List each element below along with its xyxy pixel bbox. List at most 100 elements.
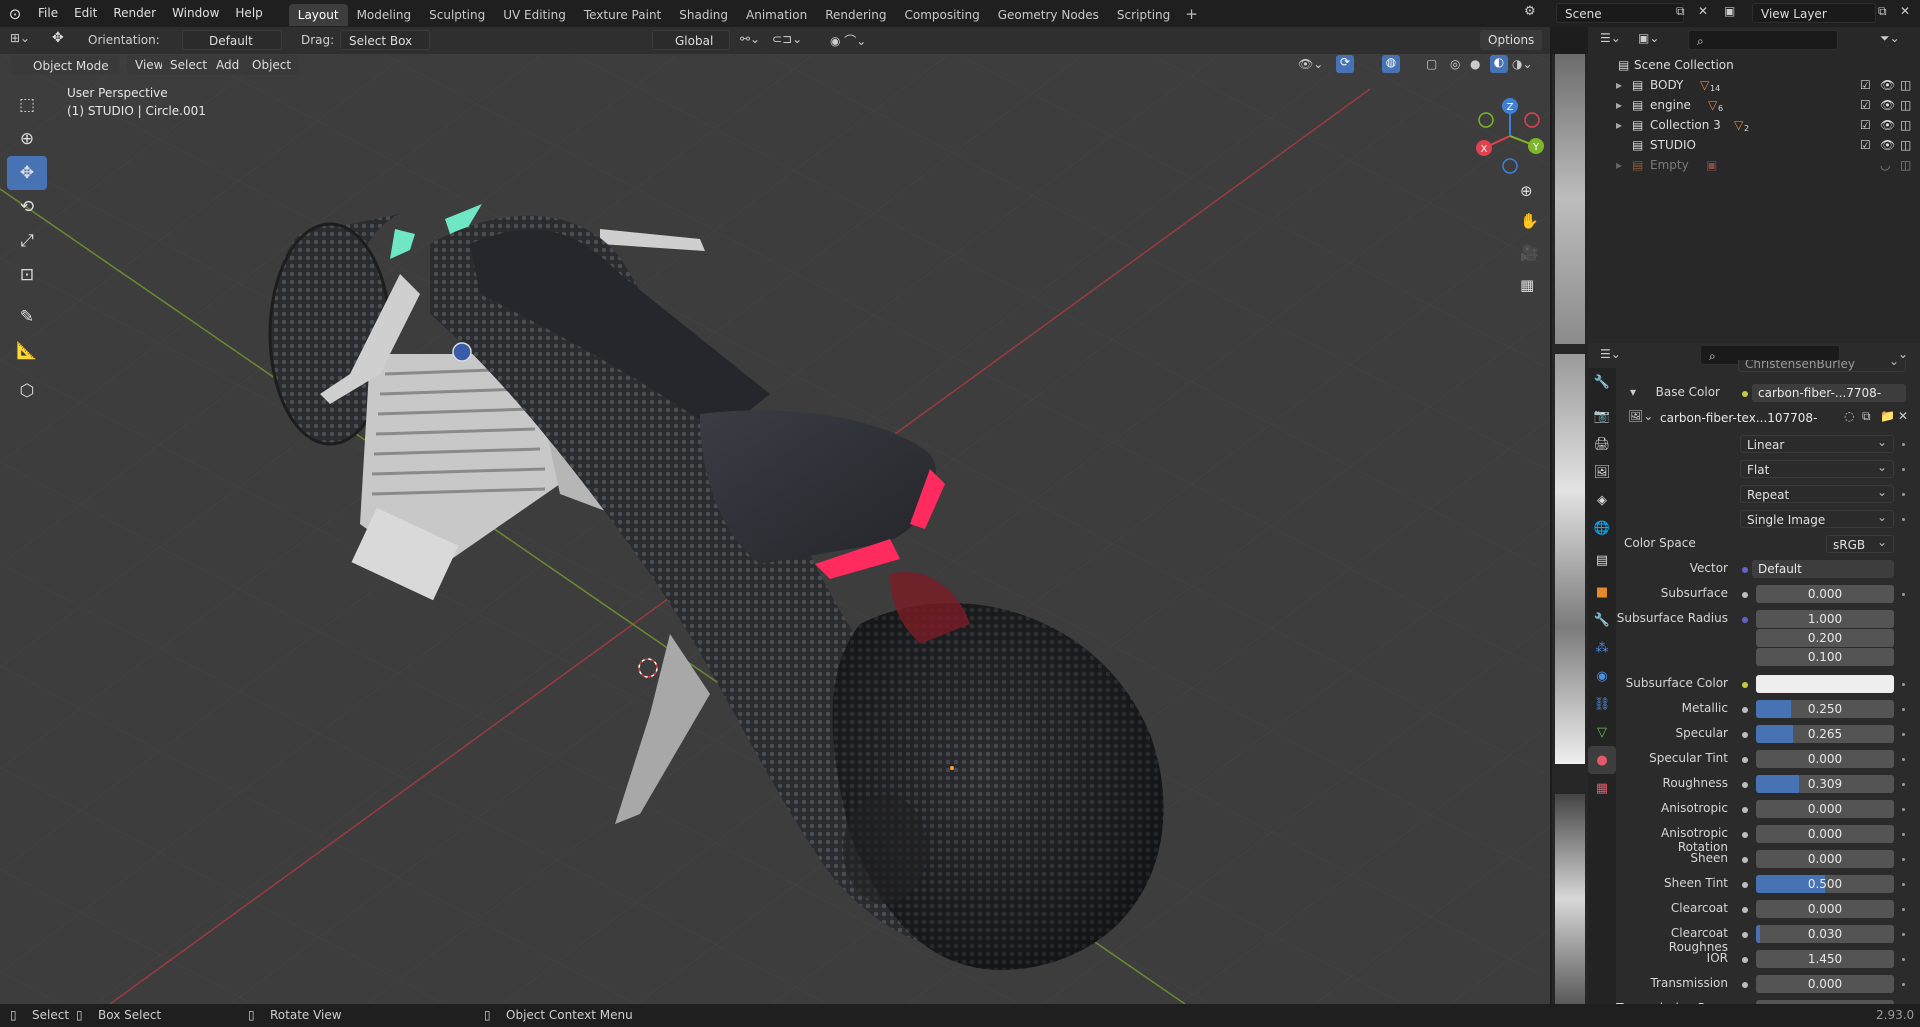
outliner-display-icon[interactable]: ▣⌄	[1638, 31, 1659, 45]
param-slider[interactable]: 1.450	[1756, 950, 1894, 968]
tab-rendering[interactable]: Rendering	[816, 4, 895, 26]
properties-options-icon[interactable]: ⌄	[1898, 347, 1908, 361]
expand-arrow-icon[interactable]: ▸	[1616, 95, 1622, 115]
subsurface-radius-x-field[interactable]: 1.000	[1756, 610, 1894, 628]
pivot-icon[interactable]: ⚯⌄	[740, 32, 760, 46]
menu-render[interactable]: Render	[105, 0, 164, 27]
filter-icon[interactable]: ⏷⌄	[1880, 31, 1900, 46]
render-tab-icon[interactable]: 📷	[1588, 402, 1616, 430]
outliner-row[interactable]: ▸ ▤ Collection 3 ▽ 2 ☑ 👁 ◫	[1588, 115, 1920, 135]
navigation-gizmo[interactable]: Z X Y	[1470, 96, 1550, 176]
param-slider[interactable]: 0.000	[1756, 975, 1894, 993]
cursor-tool-icon[interactable]: ⊕	[7, 122, 47, 156]
view-layer-tab-icon[interactable]: 🖼	[1588, 458, 1616, 486]
outliner-editor-icon[interactable]: ☰⌄	[1600, 31, 1621, 45]
shading-rendered-icon[interactable]: ◑⌄	[1512, 57, 1533, 71]
exclude-checkbox[interactable]: ☑	[1860, 75, 1871, 95]
param-slider[interactable]: 0.250	[1756, 700, 1894, 718]
view-layer-close-icon[interactable]: ✕	[1900, 4, 1910, 18]
scale-tool-icon[interactable]: ⤢	[7, 224, 47, 258]
scene-selector-icon[interactable]: ⚙	[1524, 4, 1536, 19]
distribution-dropdown[interactable]: ChristensenBurley	[1738, 360, 1906, 372]
constraints-tab-icon[interactable]: ⛓	[1588, 690, 1616, 718]
tool-tab-icon[interactable]: 🔧	[1588, 368, 1616, 396]
data-tab-icon[interactable]: ▽	[1588, 718, 1616, 746]
param-slider[interactable]: 0.000	[1756, 825, 1894, 843]
overlay-toggle-icon[interactable]: ◍	[1382, 55, 1400, 73]
tab-scripting[interactable]: Scripting	[1108, 4, 1179, 26]
menu-add[interactable]: Add	[208, 55, 248, 75]
tab-modeling[interactable]: Modeling	[348, 4, 421, 26]
interpolation-dropdown[interactable]: Linear	[1740, 433, 1894, 453]
param-slider[interactable]: 0.265	[1756, 725, 1894, 743]
transform-space-dropdown[interactable]: Global	[652, 30, 730, 50]
view-layer-field[interactable]: View Layer	[1752, 3, 1876, 23]
shading-solid-icon[interactable]: ●	[1470, 57, 1480, 71]
options-button[interactable]: Options	[1480, 30, 1543, 50]
mode-dropdown[interactable]: Object Mode	[10, 55, 120, 75]
shading-wireframe-icon[interactable]: ◎	[1450, 57, 1460, 71]
perspective-toggle-icon[interactable]: ▦	[1520, 276, 1534, 294]
unlink-image-icon[interactable]: ✕	[1898, 409, 1908, 423]
outliner-row[interactable]: ▤ STUDIO ☑ 👁 ◫	[1588, 135, 1920, 155]
base-color-input[interactable]: carbon-fiber-...7708-13.pn	[1752, 384, 1906, 402]
tab-sculpting[interactable]: Sculpting	[420, 4, 494, 26]
camera-icon[interactable]: ◫	[1900, 135, 1911, 155]
xray-icon[interactable]: ▢	[1426, 57, 1437, 71]
orientation-dropdown[interactable]: Default	[182, 30, 282, 50]
particles-tab-icon[interactable]: ⁂	[1588, 634, 1616, 662]
eye-closed-icon[interactable]: ◡	[1880, 155, 1890, 175]
image-editor-strip[interactable]	[1552, 54, 1588, 1004]
outliner-row-scene-collection[interactable]: ▤ Scene Collection	[1588, 55, 1920, 75]
eye-icon[interactable]: 👁	[1880, 75, 1895, 95]
color-space-dropdown[interactable]: sRGB	[1826, 533, 1894, 553]
shading-material-icon[interactable]: ◐	[1490, 55, 1508, 73]
tab-layout[interactable]: Layout	[288, 4, 348, 26]
subsurface-color-swatch[interactable]	[1756, 675, 1894, 693]
camera-icon[interactable]: ◫	[1900, 95, 1911, 115]
menu-file[interactable]: File	[30, 0, 66, 27]
open-image-icon[interactable]: 📁	[1880, 409, 1895, 423]
param-slider[interactable]: 0.500	[1756, 875, 1894, 893]
output-tab-icon[interactable]: 🖨	[1588, 430, 1616, 458]
material-tab-icon[interactable]: ●	[1588, 746, 1616, 774]
rotate-tool-icon[interactable]: ⟲	[7, 190, 47, 224]
scene-close-icon[interactable]: ✕	[1698, 4, 1708, 18]
param-slider[interactable]: 0.309	[1756, 775, 1894, 793]
tab-shading[interactable]: Shading	[670, 4, 737, 26]
zoom-icon[interactable]: ⊕	[1520, 182, 1533, 200]
properties-editor-icon[interactable]: ☰⌄	[1600, 347, 1621, 361]
exclude-checkbox[interactable]: ☑	[1860, 95, 1871, 115]
exclude-checkbox[interactable]: ☑	[1860, 115, 1871, 135]
scene-tab-icon[interactable]: ◈	[1588, 486, 1616, 514]
scene-field[interactable]: Scene	[1556, 3, 1684, 23]
3d-viewport[interactable]: User Perspective (1) STUDIO | Circle.001…	[0, 54, 1550, 1004]
menu-window[interactable]: Window	[164, 0, 227, 27]
image-name-field[interactable]: carbon-fiber-tex...107708-13.png	[1656, 409, 1844, 427]
view-layer-copy-icon[interactable]: ⧉	[1878, 4, 1887, 19]
subsurface-radius-z-field[interactable]: 0.100	[1756, 648, 1894, 666]
tab-geometry-nodes[interactable]: Geometry Nodes	[989, 4, 1108, 26]
visibility-icon[interactable]: 👁⌄	[1298, 57, 1323, 71]
eye-icon[interactable]: 👁	[1880, 135, 1895, 155]
outliner-row[interactable]: ▸ ▤ BODY ▽ 14 ☑ 👁 ◫	[1588, 75, 1920, 95]
fake-user-icon[interactable]: ◌	[1844, 409, 1854, 423]
measure-tool-icon[interactable]: 📐	[7, 334, 47, 368]
proportional-edit-icon[interactable]: ◉ ⌒⌄	[830, 32, 866, 49]
param-slider[interactable]: 0.000	[1756, 750, 1894, 768]
expand-arrow-icon[interactable]: ▸	[1616, 75, 1622, 95]
projection-dropdown[interactable]: Flat	[1740, 458, 1894, 478]
texture-tab-icon[interactable]: ▦	[1588, 774, 1616, 802]
collapse-arrow-icon[interactable]: ▾	[1630, 385, 1636, 399]
param-slider[interactable]: 0.000	[1756, 850, 1894, 868]
scene-copy-icon[interactable]: ⧉	[1676, 4, 1685, 19]
eye-icon[interactable]: 👁	[1880, 115, 1895, 135]
editor-type-icon[interactable]: ⊞⌄	[10, 31, 30, 45]
tab-animation[interactable]: Animation	[737, 4, 816, 26]
object-tab-icon[interactable]: ■	[1588, 578, 1616, 606]
expand-arrow-icon[interactable]: ▸	[1616, 115, 1622, 135]
blender-logo-icon[interactable]: ⊙	[0, 5, 30, 23]
subsurface-radius-y-field[interactable]: 0.200	[1756, 629, 1894, 647]
transform-tool-icon[interactable]: ⊡	[7, 258, 47, 292]
tab-texture-paint[interactable]: Texture Paint	[575, 4, 670, 26]
